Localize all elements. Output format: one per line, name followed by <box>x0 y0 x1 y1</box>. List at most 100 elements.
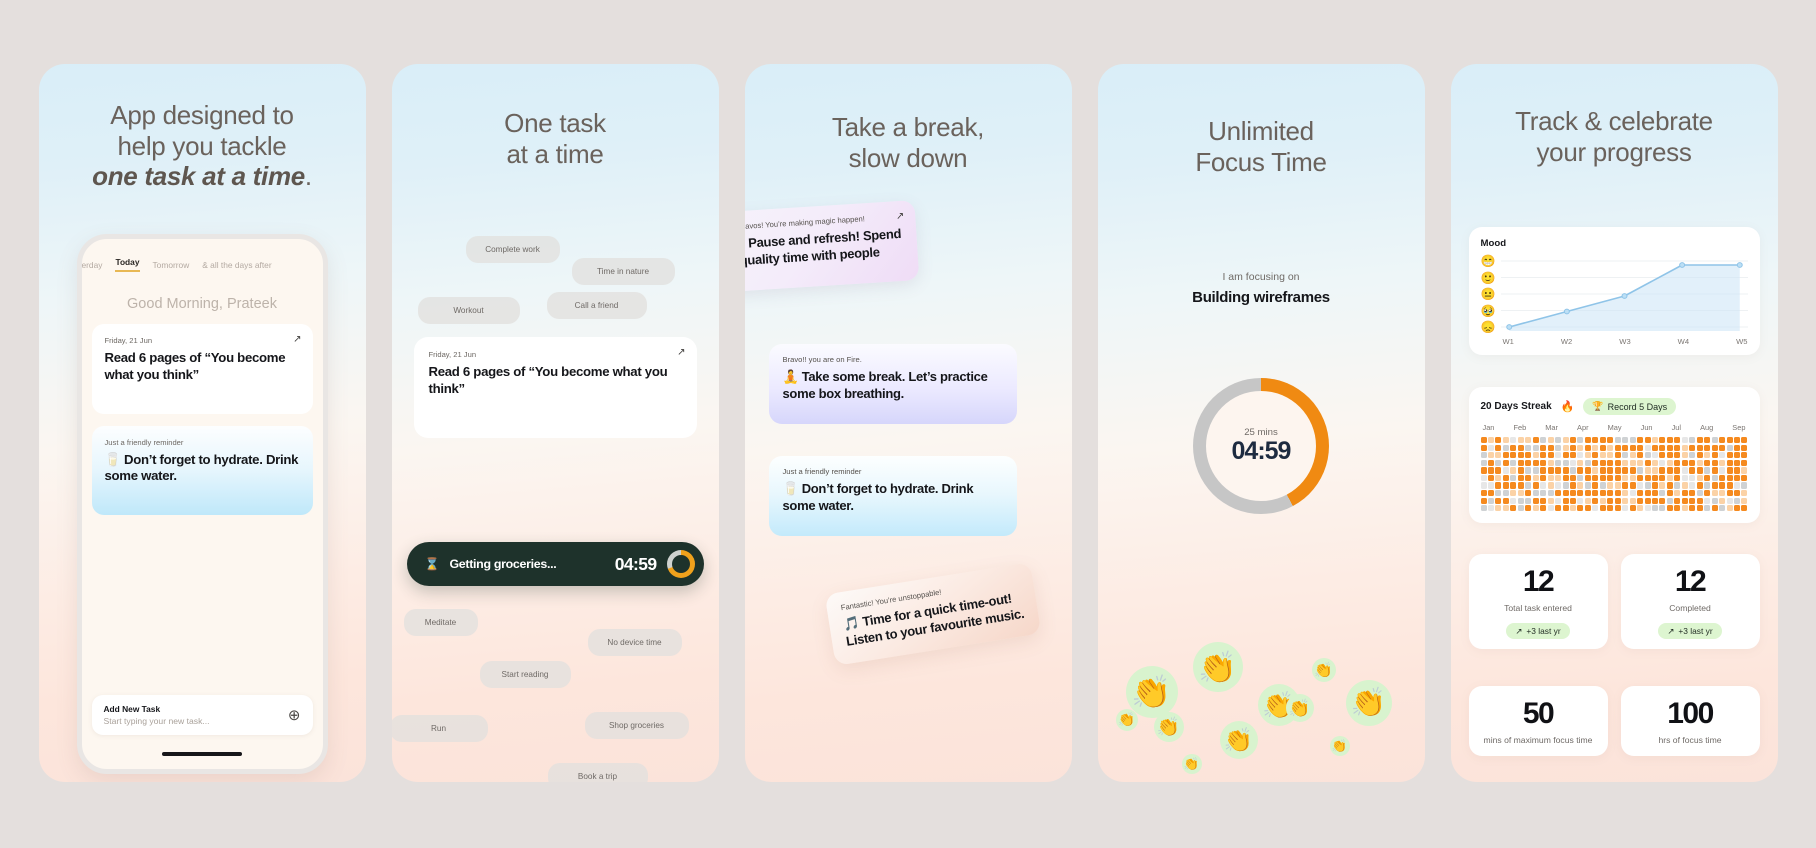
chip-workout[interactable]: Workout <box>417 297 520 324</box>
month-jun: Jun <box>1640 423 1653 432</box>
stat-value: 50 <box>1522 697 1555 730</box>
note-body: 🥛 Don’t forget to hydrate. Drink some wa… <box>782 481 974 513</box>
greeting-text: Good Morning, Prateek <box>127 296 277 312</box>
mood-xtick-3: W4 <box>1677 337 1690 346</box>
trend-up-icon: ↗ <box>1667 626 1675 636</box>
headline-line-2: your progress <box>1536 136 1692 167</box>
chip-complete-work[interactable]: Complete work <box>465 236 560 263</box>
stat-delta-badge: ↗ +3 last yr <box>1658 623 1722 639</box>
page-title: Take a break, slow down <box>745 64 1072 173</box>
chip-book-a-trip[interactable]: Book a trip <box>547 763 648 782</box>
clap-badge: 👏 <box>1115 709 1138 731</box>
mood-chart-title: Mood <box>1480 238 1507 249</box>
headline-period: . <box>304 161 312 192</box>
page-title: One task at a time <box>392 64 719 169</box>
headline-line-1: One task <box>504 108 606 138</box>
add-task-field[interactable]: Add New Task Start typing your new task.… <box>91 695 313 735</box>
trophy-icon: 🏆 <box>1592 401 1604 411</box>
task-card[interactable]: ↗ Friday, 21 Jun Read 6 pages of “You be… <box>413 337 697 438</box>
mood-xtick-1: W2 <box>1560 337 1573 346</box>
clap-badge: 👏 <box>1329 736 1350 756</box>
timer-ring-icon <box>666 550 695 578</box>
chip-time-in-nature[interactable]: Time in nature <box>571 258 675 285</box>
chip-call-a-friend[interactable]: Call a friend <box>546 292 647 319</box>
stat-value: 100 <box>1667 697 1714 730</box>
break-note-breathing[interactable]: Bravo!! you are on Fire. 🧘 Take some bre… <box>768 344 1017 425</box>
tab-yesterday[interactable]: Yesterday <box>82 260 103 270</box>
page-title: Track & celebrate your progress <box>1451 64 1778 167</box>
focus-remaining-time: 04:59 <box>1231 436 1292 465</box>
fire-icon: 🔥 <box>1560 401 1575 413</box>
stat-label: hrs of focus time <box>1658 735 1722 745</box>
stat-card-completed: 12 Completed ↗ +3 last yr <box>1620 554 1760 649</box>
mood-line-svg <box>1500 260 1748 331</box>
chip-start-reading[interactable]: Start reading <box>479 661 571 688</box>
stat-label: Completed <box>1669 603 1711 613</box>
panel-focus: Unlimited Focus Time I am focusing on Bu… <box>1097 64 1425 782</box>
streak-header: 20 Days Streak 🔥 🏆 Record 5 Days <box>1481 398 1748 415</box>
chip-run[interactable]: Run <box>391 715 488 742</box>
plus-circle-icon[interactable]: ⊕ <box>288 708 301 723</box>
streak-title: 20 Days Streak <box>1480 401 1552 412</box>
timer-remaining: 04:59 <box>614 553 657 574</box>
stat-delta-label: +3 last yr <box>1526 626 1561 636</box>
panel-break: Take a break, slow down ↗ Bravos! You’re… <box>744 64 1072 782</box>
streak-card: 20 Days Streak 🔥 🏆 Record 5 Days Jan Feb… <box>1468 387 1760 524</box>
expand-icon[interactable]: ↗ <box>895 211 904 223</box>
reminder-card[interactable]: Just a friendly reminder 🥛 Don’t forget … <box>91 425 313 516</box>
month-aug: Aug <box>1700 423 1714 432</box>
page-title: App designed to help you tackle one task… <box>39 64 366 192</box>
chip-meditate[interactable]: Meditate <box>403 609 478 636</box>
panel-progress: Track & celebrate your progress Mood 😁 🙂… <box>1450 64 1778 782</box>
mood-ytick-4: 😞 <box>1480 320 1496 334</box>
mood-ytick-3: 🥹 <box>1480 303 1496 318</box>
add-task-placeholder: Start typing your new task... <box>103 716 210 726</box>
expand-icon[interactable]: ↗ <box>293 334 301 345</box>
clap-badge: 👏 <box>1219 721 1258 759</box>
active-timer-pill[interactable]: ⌛ Getting groceries... 04:59 <box>406 542 704 586</box>
mood-xtick-0: W1 <box>1502 337 1514 346</box>
expand-icon[interactable]: ↗ <box>677 347 685 358</box>
month-jul: Jul <box>1671 423 1682 432</box>
tab-all-days-after[interactable]: & all the days after <box>202 260 271 270</box>
headline-line-2: slow down <box>848 142 968 173</box>
tab-today[interactable]: Today <box>115 257 140 272</box>
mood-x-axis: W1 W2 W3 W4 W5 <box>1503 337 1748 346</box>
reminder-title: 🥛 Don’t forget to hydrate. Drink some wa… <box>104 451 299 484</box>
stat-label: mins of maximum focus time <box>1483 735 1593 745</box>
mood-xtick-2: W3 <box>1619 337 1631 346</box>
clap-badge: 👏 <box>1285 694 1314 722</box>
stat-value: 12 <box>1522 565 1555 598</box>
chip-no-device-time[interactable]: No device time <box>587 629 682 656</box>
task-card[interactable]: ↗ Friday, 21 Jun Read 6 pages of “You be… <box>91 324 313 414</box>
stat-card-total-tasks: 12 Total task entered ↗ +3 last yr <box>1468 554 1608 649</box>
month-jan: Jan <box>1482 423 1495 432</box>
headline-line-2: Focus Time <box>1195 146 1327 177</box>
break-note-pause[interactable]: ↗ Bravos! You’re making magic happen! ⏸ … <box>744 200 919 293</box>
trend-up-icon: ↗ <box>1515 626 1523 636</box>
mood-chart-plot: 😁 🙂 😐 🥹 😞 <box>1481 255 1748 333</box>
headline-line-1: Unlimited <box>1208 116 1314 146</box>
chip-shop-groceries[interactable]: Shop groceries <box>584 712 689 739</box>
focus-timer-ring[interactable]: 25 mins 04:59 <box>1193 378 1329 514</box>
headline-line-1: App designed to <box>110 100 294 130</box>
break-note-hydrate[interactable]: Just a friendly reminder 🥛 Don’t forget … <box>768 456 1017 537</box>
mood-ytick-1: 🙂 <box>1480 270 1496 285</box>
stat-delta-badge: ↗ +3 last yr <box>1506 623 1570 639</box>
day-tabs: Yesterday Today Tomorrow & all the days … <box>82 239 323 272</box>
mood-ytick-2: 😐 <box>1480 287 1496 301</box>
break-note-music[interactable]: Fantastic! You’re unstoppable! 🎵 Time fo… <box>824 562 1041 667</box>
clap-badge: 👏 <box>1153 712 1184 742</box>
hourglass-icon: ⌛ <box>424 557 440 571</box>
note-body: 🧘 Take some break. Let’s practice some b… <box>782 369 988 401</box>
month-apr: Apr <box>1577 423 1589 432</box>
timer-task-label: Getting groceries... <box>449 557 557 571</box>
clap-badge: 👏 <box>1345 680 1392 726</box>
clap-badge: 👏 <box>1311 658 1336 682</box>
month-sep: Sep <box>1732 423 1746 432</box>
page-title: Unlimited Focus Time <box>1098 64 1425 177</box>
mood-y-axis: 😁 🙂 😐 🥹 😞 <box>1481 255 1498 333</box>
stat-value: 12 <box>1674 565 1707 598</box>
tab-tomorrow[interactable]: Tomorrow <box>153 260 190 270</box>
focus-task-name: Building wireframes <box>1192 289 1330 307</box>
